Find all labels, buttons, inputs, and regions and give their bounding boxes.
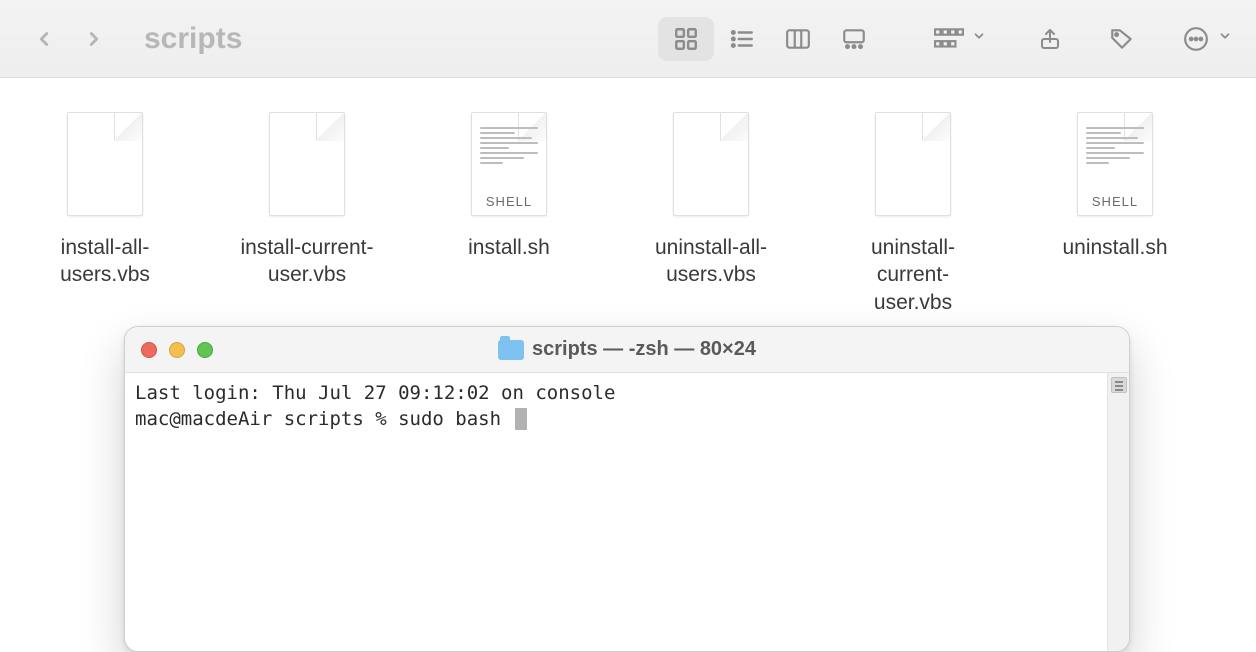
terminal-title-text: scripts — -zsh — 80×24	[532, 338, 756, 361]
forward-button[interactable]	[74, 18, 114, 60]
more-icon	[1176, 17, 1216, 61]
terminal-scrollbar[interactable]	[1107, 373, 1129, 651]
back-button[interactable]	[24, 18, 64, 60]
file-grid: install-all-users.vbs install-current-us…	[0, 78, 1256, 344]
file-label: install-current-user.vbs	[232, 234, 382, 289]
terminal-line: mac@macdeAir scripts % sudo bash	[135, 408, 513, 430]
terminal-titlebar[interactable]: scripts — -zsh — 80×24	[125, 327, 1129, 373]
file-badge: SHELL	[472, 194, 546, 209]
terminal-title: scripts — -zsh — 80×24	[125, 338, 1129, 361]
file-label: uninstall-all-users.vbs	[636, 234, 786, 289]
terminal-line: Last login: Thu Jul 27 09:12:02 on conso…	[135, 382, 615, 404]
group-by-icon	[928, 17, 970, 61]
terminal-cursor	[515, 408, 527, 430]
file-icon: SHELL	[459, 106, 559, 222]
zoom-window-button[interactable]	[197, 342, 213, 358]
share-button[interactable]	[1022, 17, 1078, 61]
folder-title: scripts	[144, 22, 242, 56]
file-badge: SHELL	[1078, 194, 1152, 209]
file-icon	[55, 106, 155, 222]
window-controls	[141, 342, 213, 358]
file-label: uninstall-current-user.vbs	[838, 234, 988, 316]
terminal-window: scripts — -zsh — 80×24 Last login: Thu J…	[124, 326, 1130, 652]
file-icon	[661, 106, 761, 222]
minimize-window-button[interactable]	[169, 342, 185, 358]
file-item[interactable]: SHELL install.sh	[434, 106, 584, 261]
scroll-menu-icon[interactable]	[1111, 377, 1127, 393]
chevron-down-icon	[1218, 29, 1232, 48]
group-by-control[interactable]	[928, 17, 986, 61]
tags-button[interactable]	[1094, 17, 1150, 61]
view-mode-buttons	[658, 17, 882, 61]
file-label: install.sh	[468, 234, 550, 261]
file-label: uninstall.sh	[1062, 234, 1167, 261]
file-item[interactable]: install-current-user.vbs	[232, 106, 382, 289]
icon-view-button[interactable]	[658, 17, 714, 61]
folder-icon	[498, 340, 524, 360]
list-view-button[interactable]	[714, 17, 770, 61]
file-item[interactable]: uninstall-current-user.vbs	[838, 106, 988, 316]
actions-menu-button[interactable]	[1176, 17, 1232, 61]
gallery-view-button[interactable]	[826, 17, 882, 61]
file-item[interactable]: uninstall-all-users.vbs	[636, 106, 786, 289]
chevron-down-icon	[972, 29, 986, 48]
terminal-content[interactable]: Last login: Thu Jul 27 09:12:02 on conso…	[125, 373, 1107, 651]
file-icon: SHELL	[1065, 106, 1165, 222]
file-item[interactable]: SHELL uninstall.sh	[1040, 106, 1190, 261]
file-icon	[863, 106, 963, 222]
finder-toolbar: scripts	[0, 0, 1256, 78]
file-icon	[257, 106, 357, 222]
close-window-button[interactable]	[141, 342, 157, 358]
nav-arrows	[24, 18, 114, 60]
terminal-body: Last login: Thu Jul 27 09:12:02 on conso…	[125, 373, 1129, 651]
column-view-button[interactable]	[770, 17, 826, 61]
file-label: install-all-users.vbs	[30, 234, 180, 289]
file-item[interactable]: install-all-users.vbs	[30, 106, 180, 289]
